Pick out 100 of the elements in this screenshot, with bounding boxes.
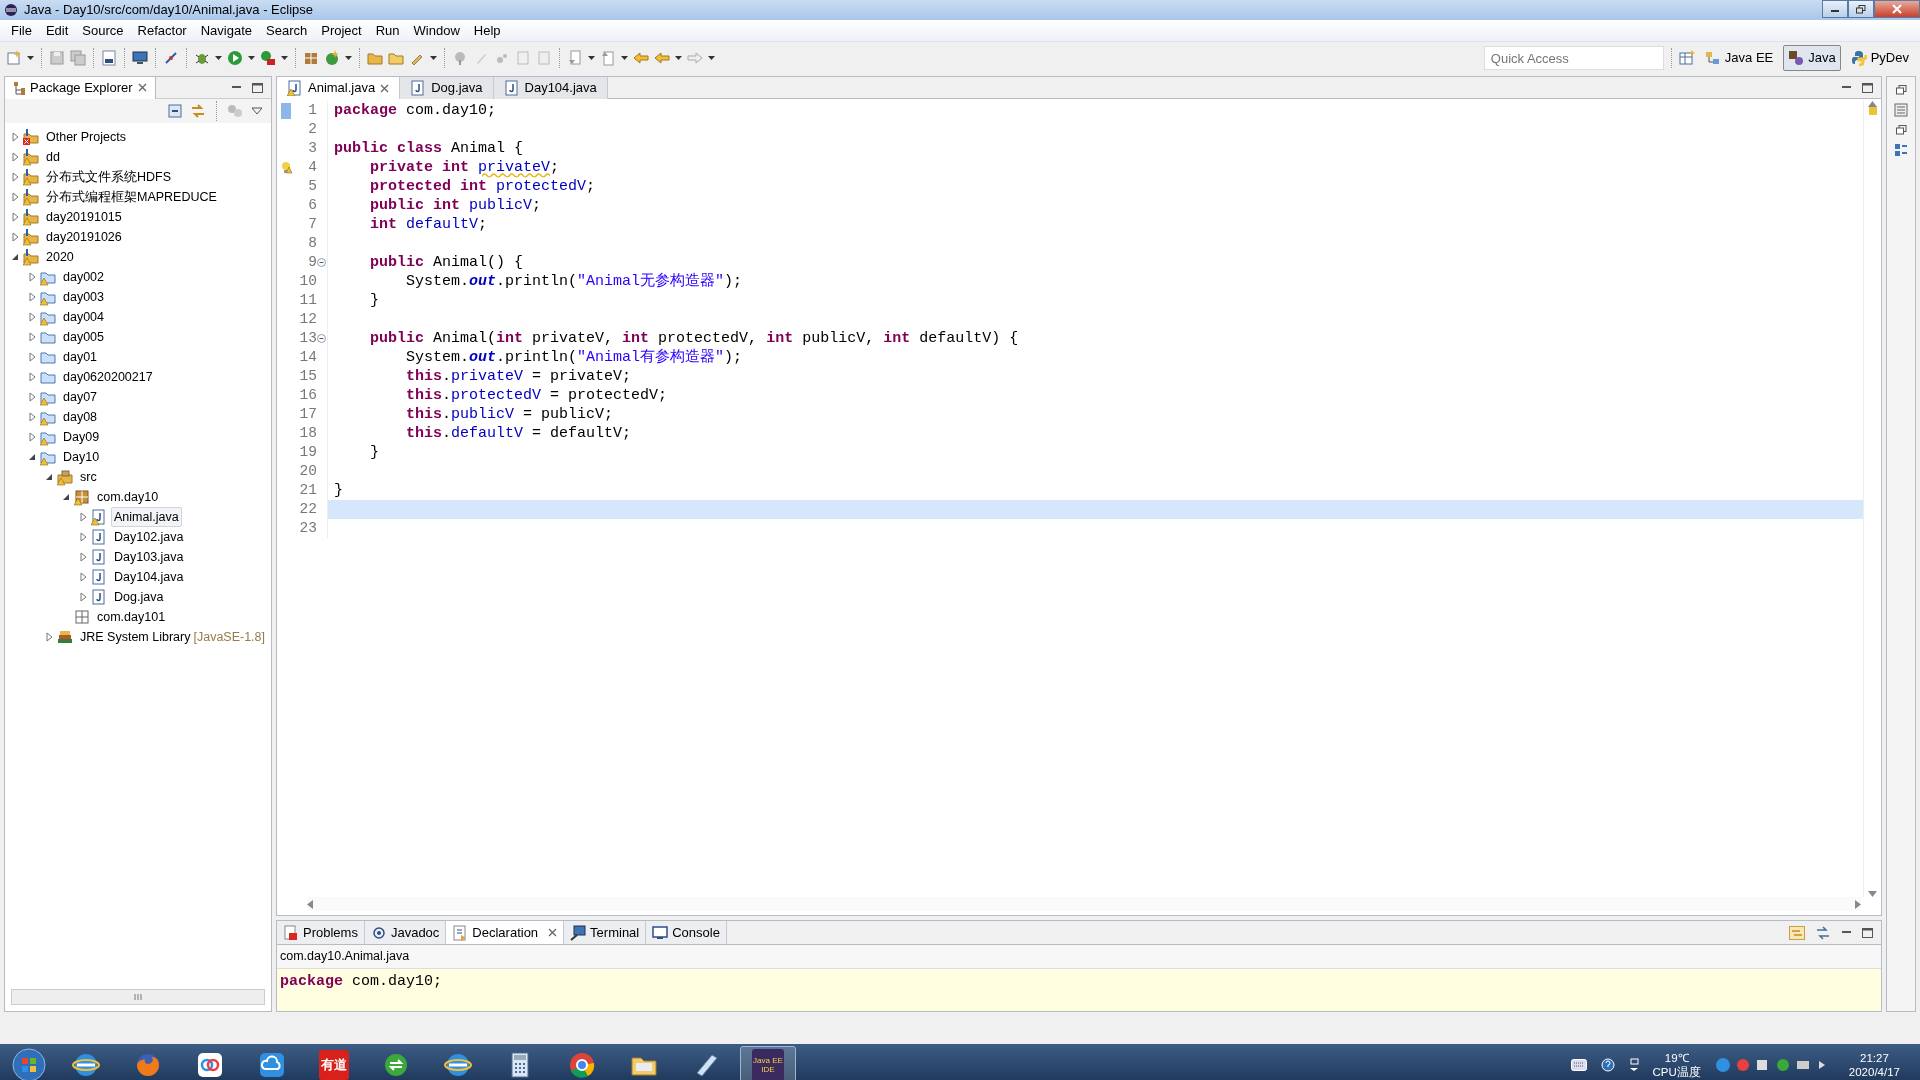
package-icon[interactable] — [303, 50, 319, 66]
tray-menu-icon[interactable] — [1628, 1058, 1639, 1072]
menu-item[interactable]: Project — [314, 19, 369, 42]
restore-icon[interactable] — [1895, 125, 1907, 135]
last-edit-icon[interactable] — [633, 50, 649, 66]
view-menu-icon[interactable] — [251, 107, 263, 115]
perspective-button[interactable]: Java — [1783, 45, 1841, 71]
tree-item[interactable]: 分布式编程框架MAPREDUCE — [43, 186, 220, 208]
menu-item[interactable]: Window — [406, 19, 467, 42]
dropdown-caret-icon[interactable] — [708, 56, 715, 60]
menu-item[interactable]: Navigate — [193, 19, 259, 42]
perspective-button[interactable]: PyDev — [1845, 45, 1914, 71]
dropdown-caret-icon[interactable] — [215, 56, 222, 60]
tree-item[interactable]: 分布式文件系统HDFS — [43, 166, 175, 188]
dropdown-caret-icon[interactable] — [281, 56, 288, 60]
tree-item[interactable]: Other Projects — [43, 126, 129, 148]
dropdown-caret-icon[interactable] — [588, 56, 595, 60]
view-tab[interactable]: Problems — [277, 921, 365, 944]
scroll-down-arrow-icon[interactable] — [1868, 891, 1877, 897]
run-icon[interactable] — [227, 50, 243, 66]
tree-item[interactable]: Dog.java — [111, 586, 167, 608]
tree-item[interactable]: src — [77, 466, 100, 488]
tree-item[interactable]: day08 — [60, 406, 101, 428]
editor-tab[interactable]: Animal.java — [277, 77, 401, 99]
collapse-all-icon[interactable] — [168, 104, 182, 118]
tree-item[interactable]: day07 — [60, 386, 101, 408]
tree-item[interactable]: day0620200217 — [60, 366, 156, 388]
menu-item[interactable]: Edit — [38, 19, 76, 42]
editor-tab[interactable]: Day104.java — [493, 77, 608, 99]
taskbar-button[interactable]: Java EE IDE — [740, 1046, 796, 1080]
dropdown-caret-icon[interactable] — [345, 56, 352, 60]
quick-access-field[interactable]: Quick Access — [1483, 46, 1664, 70]
tree-item[interactable]: day004 — [60, 306, 107, 328]
monitor-icon[interactable] — [132, 50, 148, 66]
restore-icon[interactable] — [1895, 85, 1907, 95]
folder-icon[interactable] — [367, 50, 383, 66]
close-button[interactable] — [1874, 0, 1920, 18]
collapse-fold-icon[interactable] — [317, 258, 326, 267]
maximize-icon[interactable] — [1862, 927, 1873, 938]
menu-item[interactable]: File — [4, 19, 39, 42]
minimize-button[interactable] — [1822, 0, 1848, 18]
close-icon[interactable] — [137, 83, 147, 92]
task-list-icon[interactable] — [1894, 143, 1908, 157]
link-editor-icon[interactable] — [1815, 925, 1831, 940]
perspective-button[interactable]: Java EE — [1699, 45, 1779, 71]
tree-item[interactable]: 2020 — [43, 246, 77, 268]
menu-item[interactable]: Source — [75, 19, 131, 42]
menu-item[interactable]: Search — [259, 19, 315, 42]
tree-item[interactable]: Day10 — [60, 446, 103, 468]
dropdown-caret-icon[interactable] — [621, 56, 628, 60]
open-perspective-icon[interactable] — [1678, 50, 1695, 66]
tree-item[interactable]: com.day10 — [94, 486, 162, 508]
dropdown-caret-icon[interactable] — [27, 56, 34, 60]
tree-item[interactable]: day003 — [60, 286, 107, 308]
scroll-up-arrow-icon[interactable] — [1868, 101, 1877, 107]
help-icon[interactable] — [1600, 1058, 1615, 1072]
maximize-icon[interactable] — [1862, 82, 1873, 93]
close-icon[interactable] — [548, 928, 558, 937]
previous-annotation-icon[interactable] — [600, 50, 616, 66]
tree-item[interactable]: Day103.java — [111, 546, 187, 568]
link-editor-icon[interactable] — [190, 104, 206, 118]
binary-icon[interactable] — [101, 50, 117, 66]
tree-item[interactable]: day20191015 — [43, 206, 125, 228]
dropdown-caret-icon[interactable] — [675, 56, 682, 60]
maximize-icon[interactable] — [252, 82, 263, 93]
menu-item[interactable]: Run — [368, 19, 407, 42]
back-icon[interactable] — [654, 50, 670, 66]
horizontal-scrollbar[interactable] — [307, 897, 1861, 911]
keyboard-icon[interactable] — [1570, 1059, 1587, 1071]
view-tab[interactable]: Javadoc — [364, 921, 447, 944]
dropdown-caret-icon[interactable] — [248, 56, 255, 60]
tree-item[interactable]: dd — [43, 146, 63, 168]
view-tab[interactable]: Package Explorer — [5, 76, 156, 99]
tree-item[interactable]: Day102.java — [111, 526, 187, 548]
tree-item[interactable]: day005 — [60, 326, 107, 348]
lightbulb-warning-icon[interactable] — [279, 160, 293, 175]
folder-icon[interactable] — [388, 50, 404, 66]
tree-item[interactable]: Animal.java — [111, 506, 182, 528]
close-icon[interactable] — [380, 83, 390, 93]
tree-item[interactable]: com.day101 — [94, 606, 169, 628]
tree-item[interactable]: Day09 — [60, 426, 103, 448]
editor-tab[interactable]: Dog.java — [400, 77, 494, 99]
run-tool-icon[interactable] — [260, 50, 276, 66]
new-class-icon[interactable] — [324, 50, 340, 66]
menu-item[interactable]: Refactor — [130, 19, 194, 42]
collapse-fold-icon[interactable] — [317, 334, 326, 343]
view-tab[interactable]: Terminal — [564, 921, 647, 944]
restore-button[interactable] — [1848, 0, 1874, 18]
view-tab[interactable]: Console — [646, 921, 727, 944]
next-annotation-icon[interactable] — [567, 50, 583, 66]
taskbar-button[interactable]: 有道 — [306, 1046, 362, 1080]
menu-item[interactable]: Help — [466, 19, 508, 42]
view-tab[interactable]: Declaration — [446, 921, 565, 944]
horizontal-scrollbar[interactable] — [11, 989, 265, 1005]
tree-item[interactable]: day20191026 — [43, 226, 125, 248]
tree-item[interactable]: JRE System Library — [77, 626, 194, 648]
tree-item[interactable]: day002 — [60, 266, 107, 288]
dropdown-caret-icon[interactable] — [430, 56, 437, 60]
tree-item[interactable]: Day104.java — [111, 566, 187, 588]
tree-item[interactable]: day01 — [60, 346, 101, 368]
